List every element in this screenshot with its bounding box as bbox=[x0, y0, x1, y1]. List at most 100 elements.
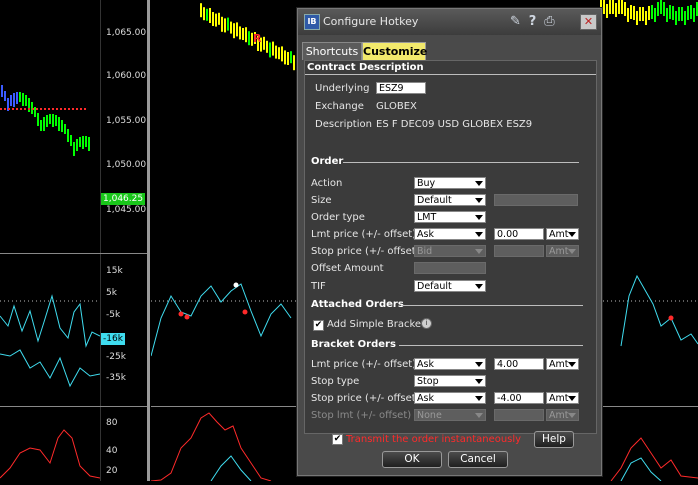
order-type-label: Order type bbox=[311, 212, 365, 223]
attached-heading: Attached Orders bbox=[311, 299, 404, 310]
order-type-select[interactable]: LMT bbox=[414, 211, 486, 223]
size-input bbox=[494, 194, 578, 206]
osc-tick-3: -5k bbox=[106, 310, 121, 320]
bracket-stop-label: Stop price (+/- offset) bbox=[311, 393, 420, 404]
lmt-price-value: Ask bbox=[417, 229, 434, 240]
bracket-stop-unit-select[interactable]: Amt bbox=[546, 392, 579, 404]
chevron-down-icon bbox=[475, 181, 483, 186]
contract-divider bbox=[305, 74, 596, 75]
ok-button[interactable]: OK bbox=[382, 451, 442, 468]
rsi-line-left bbox=[0, 429, 101, 479]
pin-icon[interactable]: ✎ bbox=[508, 14, 523, 29]
bracket-stop-value: Ask bbox=[417, 393, 434, 404]
chevron-down-icon bbox=[568, 413, 576, 418]
price-tick-1: 1,065.00 bbox=[106, 28, 147, 38]
bracket-lmt-value: Ask bbox=[417, 359, 434, 370]
stop-offset-input bbox=[494, 245, 544, 257]
exchange-label: Exchange bbox=[315, 101, 364, 112]
rsi-pane-left[interactable] bbox=[0, 408, 101, 481]
price-tick-2: 1,060.00 bbox=[106, 71, 147, 81]
lmt-unit-select[interactable]: Amt bbox=[546, 228, 579, 240]
tab-customize[interactable]: Customize bbox=[362, 42, 427, 60]
size-value: Default bbox=[417, 195, 452, 206]
transmit-checkbox[interactable]: ✔ bbox=[332, 434, 343, 445]
chevron-down-icon bbox=[475, 284, 483, 289]
description-label: Description bbox=[315, 119, 372, 130]
action-label: Action bbox=[311, 178, 343, 189]
underlying-input[interactable]: ESZ9 bbox=[376, 82, 426, 94]
stop-type-value: Stop bbox=[417, 376, 439, 387]
customize-panel: Contract Description Underlying ESZ9 Exc… bbox=[304, 60, 597, 434]
close-icon[interactable]: ✕ bbox=[580, 14, 597, 30]
chevron-down-icon bbox=[475, 198, 483, 203]
help-button[interactable]: Help bbox=[534, 431, 574, 448]
stop-price-label: Stop price (+/- offset) bbox=[311, 246, 420, 257]
bracket-stop-offset-input[interactable]: -4.00 bbox=[494, 392, 544, 404]
chevron-down-icon bbox=[475, 413, 483, 418]
help-icon[interactable]: ? bbox=[525, 14, 540, 29]
bracket-lmt-unit-value: Amt bbox=[549, 359, 569, 370]
stop-price-value: Bid bbox=[417, 246, 433, 257]
bracket-lmt-label: Lmt price (+/- offset) bbox=[311, 359, 417, 370]
tif-select[interactable]: Default bbox=[414, 280, 486, 292]
size-label: Size bbox=[311, 195, 332, 206]
chart-splitter[interactable] bbox=[147, 0, 150, 481]
osc-tick-5: -25k bbox=[106, 352, 126, 362]
dialog-title: Configure Hotkey bbox=[323, 15, 419, 28]
chart-marker-r: R bbox=[253, 32, 262, 45]
chevron-down-icon bbox=[475, 215, 483, 220]
oscillator-pane-left[interactable] bbox=[0, 256, 101, 406]
pane-divider-2 bbox=[0, 406, 148, 407]
size-select[interactable]: Default bbox=[414, 194, 486, 206]
offset-amount-input bbox=[414, 262, 486, 274]
order-type-value: LMT bbox=[417, 212, 437, 223]
dialog-titlebar[interactable]: IB Configure Hotkey ✎ ? ⎙ ✕ bbox=[298, 9, 601, 35]
stop-lmt-unit-select: Amt bbox=[546, 409, 579, 421]
info-icon[interactable]: i bbox=[421, 318, 432, 329]
chevron-down-icon bbox=[475, 396, 483, 401]
osc-current-badge: -16k bbox=[101, 333, 125, 345]
chevron-down-icon bbox=[568, 249, 576, 254]
chevron-down-icon bbox=[568, 362, 576, 367]
stop-lmt-value: None bbox=[417, 410, 442, 421]
exchange-value: GLOBEX bbox=[376, 101, 417, 112]
stop-type-label: Stop type bbox=[311, 376, 360, 387]
osc-tick-1: 15k bbox=[106, 266, 123, 276]
cancel-button[interactable]: Cancel bbox=[448, 451, 508, 468]
bracket-heading: Bracket Orders bbox=[311, 339, 396, 350]
price-tick-4: 1,050.00 bbox=[106, 160, 147, 170]
stop-lmt-offset-input bbox=[494, 409, 544, 421]
lmt-price-select[interactable]: Ask bbox=[414, 228, 486, 240]
lmt-unit-value: Amt bbox=[549, 229, 569, 240]
bracket-label: Add Simple Bracket bbox=[327, 319, 425, 330]
chevron-down-icon bbox=[568, 232, 576, 237]
bracket-lmt-select[interactable]: Ask bbox=[414, 358, 486, 370]
stop-type-select[interactable]: Stop bbox=[414, 375, 486, 387]
rsi-tick-1: 80 bbox=[106, 418, 118, 428]
stop-unit-select: Amt bbox=[546, 245, 579, 257]
price-tick-3: 1,055.00 bbox=[106, 116, 147, 126]
tif-label: TIF bbox=[311, 281, 326, 292]
bracket-stop-select[interactable]: Ask bbox=[414, 392, 486, 404]
attached-divider bbox=[401, 305, 583, 306]
lmt-offset-input[interactable]: 0.00 bbox=[494, 228, 544, 240]
ib-logo-icon: IB bbox=[304, 14, 320, 30]
transmit-label: Transmit the order instantaneously bbox=[346, 434, 522, 445]
print-icon[interactable]: ⎙ bbox=[542, 14, 557, 29]
price-chart-left[interactable] bbox=[0, 0, 100, 250]
stop-unit-value: Amt bbox=[549, 246, 569, 257]
tif-value: Default bbox=[417, 281, 452, 292]
stop-lmt-label: Stop lmt (+/- offset) bbox=[311, 410, 412, 421]
tab-shortcuts[interactable]: Shortcuts bbox=[302, 42, 362, 60]
bracket-lmt-unit-select[interactable]: Amt bbox=[546, 358, 579, 370]
chevron-down-icon bbox=[475, 362, 483, 367]
order-heading: Order bbox=[311, 156, 344, 167]
price-bars-left bbox=[0, 85, 90, 156]
action-select[interactable]: Buy bbox=[414, 177, 486, 189]
lmt-price-label: Lmt price (+/- offset) bbox=[311, 229, 417, 240]
chevron-down-icon bbox=[475, 249, 483, 254]
bracket-lmt-offset-input[interactable]: 4.00 bbox=[494, 358, 544, 370]
bracket-checkbox[interactable]: ✔ bbox=[313, 320, 324, 331]
osc-tick-2: 5k bbox=[106, 288, 117, 298]
stop-price-select: Bid bbox=[414, 245, 486, 257]
